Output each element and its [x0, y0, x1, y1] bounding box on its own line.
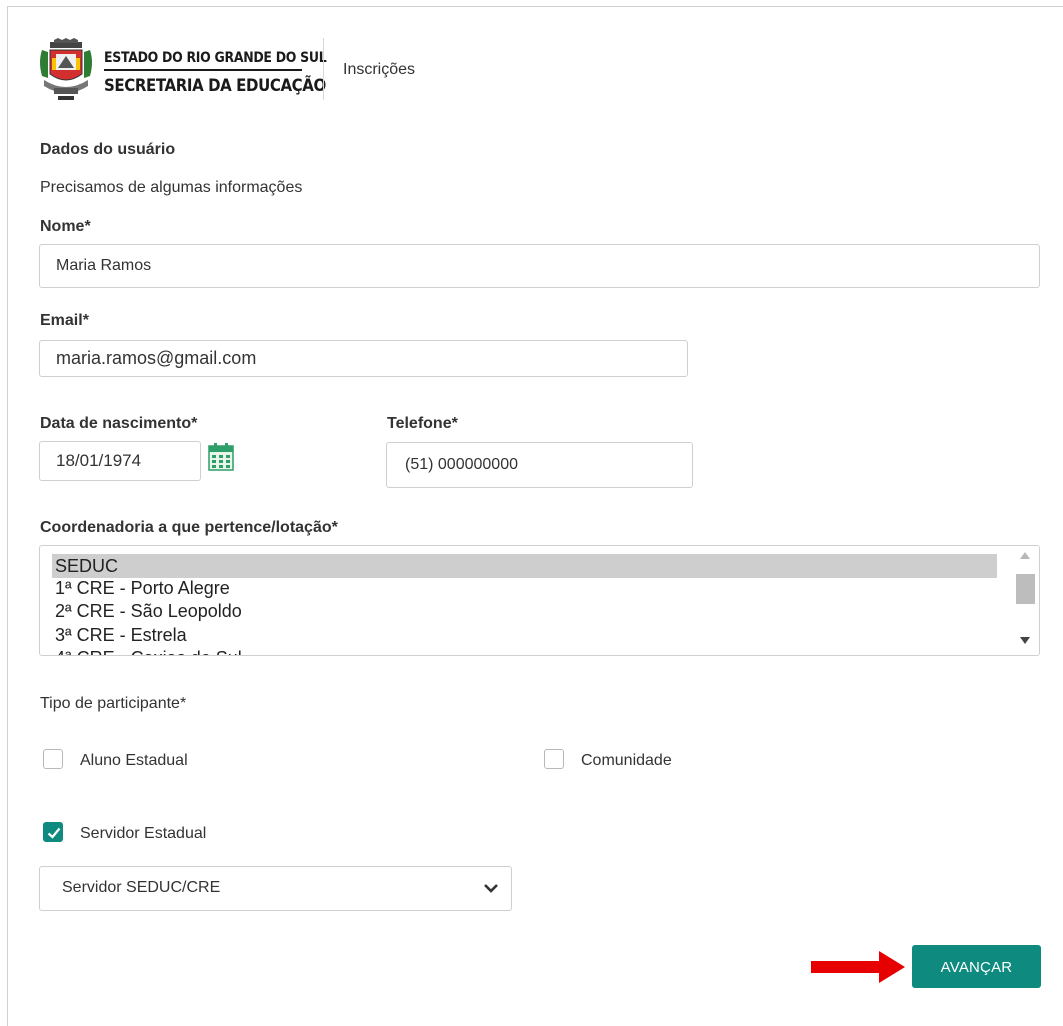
community-checkbox-label[interactable]: Comunidade [581, 752, 672, 770]
section-title: Dados do usuário [40, 141, 176, 158]
employee-checkbox[interactable] [43, 822, 63, 842]
list-option[interactable]: 4ª CRE - Caxias do Sul [52, 646, 997, 655]
participant-type-label: Tipo de participante* [40, 695, 187, 712]
list-option[interactable]: 1ª CRE - Porto Alegre [52, 576, 997, 600]
email-input[interactable] [39, 340, 688, 377]
org-name-line1: ESTADO DO RIO GRANDE DO SUL [104, 48, 327, 66]
scroll-down-arrow-icon[interactable] [1020, 637, 1030, 644]
checkmark-icon [47, 827, 61, 839]
employee-type-select[interactable]: Servidor SEDUC/CRE [39, 866, 512, 911]
employee-type-value: Servidor SEDUC/CRE [62, 879, 221, 896]
birthdate-input[interactable] [39, 441, 201, 481]
phone-label: Telefone* [387, 415, 458, 432]
scroll-thumb[interactable] [1016, 574, 1035, 604]
phone-input[interactable] [386, 442, 693, 488]
listbox-scrollbar[interactable] [1011, 546, 1039, 655]
employee-checkbox-label[interactable]: Servidor Estadual [80, 825, 206, 843]
list-option[interactable]: 2ª CRE - São Leopoldo [52, 599, 997, 623]
org-name-line2: SECRETARIA DA EDUCAÇÃO [104, 75, 326, 96]
email-label: Email* [40, 312, 89, 329]
community-checkbox[interactable] [544, 749, 564, 769]
name-input[interactable] [39, 244, 1040, 288]
name-label: Nome* [40, 218, 91, 235]
section-subtitle: Precisamos de algumas informações [40, 179, 303, 196]
org-name-rule [104, 69, 302, 71]
coordination-listbox[interactable]: SEDUC 1ª CRE - Porto Alegre 2ª CRE - São… [39, 545, 1040, 656]
red-annotation-arrow-icon [811, 949, 907, 985]
app-name: Inscrições [343, 61, 416, 78]
calendar-icon[interactable] [208, 443, 234, 471]
next-button[interactable]: AVANÇAR [912, 945, 1041, 988]
chevron-down-icon [484, 884, 498, 893]
student-checkbox-label[interactable]: Aluno Estadual [80, 752, 188, 770]
list-option[interactable]: SEDUC [52, 554, 997, 578]
header-divider [323, 38, 324, 100]
coordination-label: Coordenadoria a que pertence/lotação* [40, 519, 338, 536]
scroll-up-arrow-icon[interactable] [1020, 552, 1030, 559]
state-crest-logo [38, 38, 94, 102]
list-option[interactable]: 3ª CRE - Estrela [52, 623, 997, 647]
birthdate-label: Data de nascimento* [40, 415, 198, 432]
student-checkbox[interactable] [43, 749, 63, 769]
